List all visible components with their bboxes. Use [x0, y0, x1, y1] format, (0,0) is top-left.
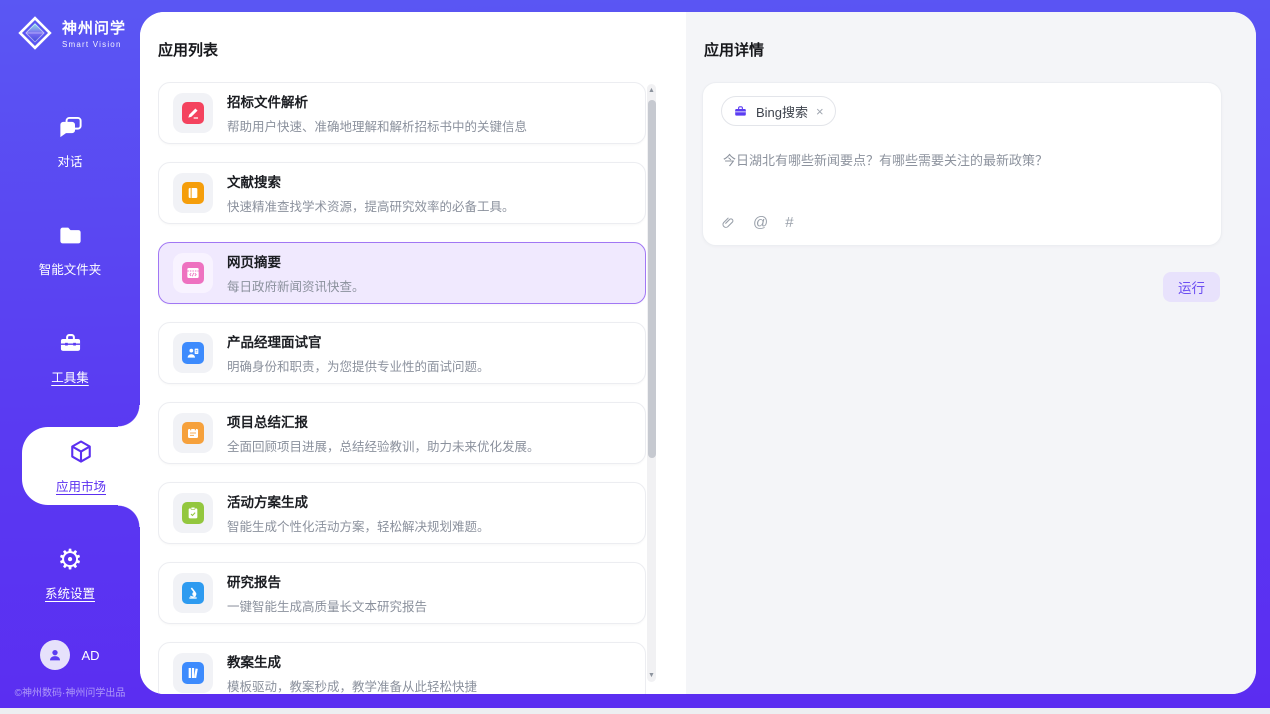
cube-icon: [67, 438, 95, 466]
brand-logo: 神州问学 Smart Vision: [0, 0, 140, 53]
sidebar-item-toolset[interactable]: 工具集: [0, 319, 140, 397]
app-icon-box: [173, 333, 213, 373]
app-icon-box: [173, 573, 213, 613]
app-card-title: 项目总结汇报: [227, 411, 540, 431]
run-button[interactable]: 运行: [1163, 272, 1220, 302]
attach-toolbar: @ #: [721, 214, 794, 231]
toolbox-icon: [57, 330, 84, 357]
books-icon: [182, 662, 204, 684]
app-icon-box: [173, 413, 213, 453]
app-icon-box: [173, 253, 213, 293]
app-frame: 神州问学 Smart Vision 对话 智能文件夹: [0, 0, 1270, 708]
microscope-icon: [182, 582, 204, 604]
app-icon-box: [173, 173, 213, 213]
sidebar-item-label: 工具集: [51, 367, 89, 386]
app-card-literature-search[interactable]: 文献搜索 快速精准查找学术资源，提高研究效率的必备工具。: [158, 162, 646, 224]
doc-edit-icon: [182, 102, 204, 124]
prompt-input[interactable]: 今日湖北有哪些新闻要点？有哪些需要关注的最新政策？: [723, 151, 1201, 171]
app-card-title: 教案生成: [227, 651, 477, 671]
sidebar: 神州问学 Smart Vision 对话 智能文件夹: [0, 0, 140, 708]
copyright: ©神州数码·神州问学出品: [0, 684, 140, 699]
app-card-web-summary[interactable]: 网页摘要 每日政府新闻资讯快查。: [158, 242, 646, 304]
app-card-title: 招标文件解析: [227, 91, 527, 111]
brand-name: 神州问学: [62, 17, 126, 38]
app-card-desc: 帮助用户快速、准确地理解和解析招标书中的关键信息: [227, 116, 527, 135]
main-content: 应用列表 招标文件解析 帮助用户快速、准确地理解和解析招标书中的关键信息: [140, 12, 1256, 694]
app-card-title: 产品经理面试官: [227, 331, 490, 351]
brand-diamond-icon: [15, 13, 55, 53]
app-card-title: 文献搜索: [227, 171, 515, 191]
app-card-event-plan[interactable]: 活动方案生成 智能生成个性化活动方案，轻松解决规划难题。: [158, 482, 646, 544]
app-list-panel: 应用列表 招标文件解析 帮助用户快速、准确地理解和解析招标书中的关键信息: [140, 12, 686, 694]
app-card-lesson-plan[interactable]: 教案生成 模板驱动，教案秒成，教学准备从此轻松快捷: [158, 642, 646, 694]
at-icon[interactable]: @: [753, 214, 768, 231]
app-card-bid-doc-parsing[interactable]: 招标文件解析 帮助用户快速、准确地理解和解析招标书中的关键信息: [158, 82, 646, 144]
scroll-thumb[interactable]: [648, 100, 656, 458]
app-card-desc: 每日政府新闻资讯快查。: [227, 276, 365, 295]
scroll-up-icon[interactable]: ▲: [647, 87, 656, 94]
book-icon: [182, 182, 204, 204]
sidebar-item-label: 智能文件夹: [39, 259, 102, 278]
app-icon-box: [173, 493, 213, 533]
tool-tag-label: Bing搜索: [756, 102, 808, 121]
app-card-desc: 模板驱动，教案秒成，教学准备从此轻松快捷: [227, 676, 477, 694]
app-card-title: 活动方案生成: [227, 491, 490, 511]
chat-icon: [57, 114, 84, 141]
scroll-down-icon[interactable]: ▼: [647, 672, 656, 679]
app-card-research-report[interactable]: 研究报告 一键智能生成高质量长文本研究报告: [158, 562, 646, 624]
gear-icon: ⚙: [57, 547, 82, 573]
browser-code-icon: [182, 262, 204, 284]
app-card-title: 网页摘要: [227, 251, 365, 271]
sidebar-item-smart-folder[interactable]: 智能文件夹: [0, 211, 140, 289]
app-card-desc: 智能生成个性化活动方案，轻松解决规划难题。: [227, 516, 490, 535]
sidebar-item-label: 对话: [57, 151, 82, 170]
app-list-title: 应用列表: [158, 39, 218, 60]
sidebar-item-chat[interactable]: 对话: [0, 103, 140, 181]
sidebar-item-settings[interactable]: ⚙ 系统设置: [0, 535, 140, 613]
user-profile[interactable]: AD: [0, 640, 140, 670]
clipboard-check-icon: [182, 502, 204, 524]
app-card-pm-interviewer[interactable]: 产品经理面试官 明确身份和职责，为您提供专业性的面试问题。: [158, 322, 646, 384]
tool-tag-bing-search[interactable]: Bing搜索 ×: [721, 96, 836, 126]
app-card-desc: 快速精准查找学术资源，提高研究效率的必备工具。: [227, 196, 515, 215]
sidebar-item-label: 应用市场: [56, 476, 106, 495]
person-icon: [47, 647, 63, 663]
app-detail-panel: 应用详情 Bing搜索 × 今日湖北有哪些新闻要点？有哪些需要关注的最新政策？: [686, 12, 1256, 694]
hash-icon[interactable]: #: [785, 214, 793, 231]
paperclip-icon[interactable]: [721, 215, 736, 231]
close-icon[interactable]: ×: [816, 104, 824, 119]
app-detail-title: 应用详情: [704, 39, 764, 60]
app-card-desc: 一键智能生成高质量长文本研究报告: [227, 596, 427, 615]
app-icon-box: [173, 653, 213, 693]
prompt-card: Bing搜索 × 今日湖北有哪些新闻要点？有哪些需要关注的最新政策？ @ #: [702, 82, 1222, 246]
briefcase-icon: [733, 104, 748, 119]
app-list: 招标文件解析 帮助用户快速、准确地理解和解析招标书中的关键信息 文献搜索 快速精…: [158, 82, 646, 694]
app-card-project-summary[interactable]: 项目总结汇报 全面回顾项目进展，总结经验教训，助力未来优化发展。: [158, 402, 646, 464]
avatar: [40, 640, 70, 670]
calendar-note-icon: [182, 422, 204, 444]
interviewer-icon: [182, 342, 204, 364]
user-initials: AD: [81, 648, 99, 663]
brand-subtitle: Smart Vision: [62, 40, 126, 49]
folder-icon: [57, 222, 84, 249]
app-card-title: 研究报告: [227, 571, 427, 591]
sidebar-nav: 对话 智能文件夹 工具集: [0, 103, 140, 613]
app-icon-box: [173, 93, 213, 133]
sidebar-item-app-market[interactable]: 应用市场: [22, 427, 140, 505]
sidebar-item-label: 系统设置: [45, 583, 95, 602]
app-card-desc: 明确身份和职责，为您提供专业性的面试问题。: [227, 356, 490, 375]
list-scrollbar[interactable]: ▲ ▼: [647, 84, 656, 682]
app-card-desc: 全面回顾项目进展，总结经验教训，助力未来优化发展。: [227, 436, 540, 455]
